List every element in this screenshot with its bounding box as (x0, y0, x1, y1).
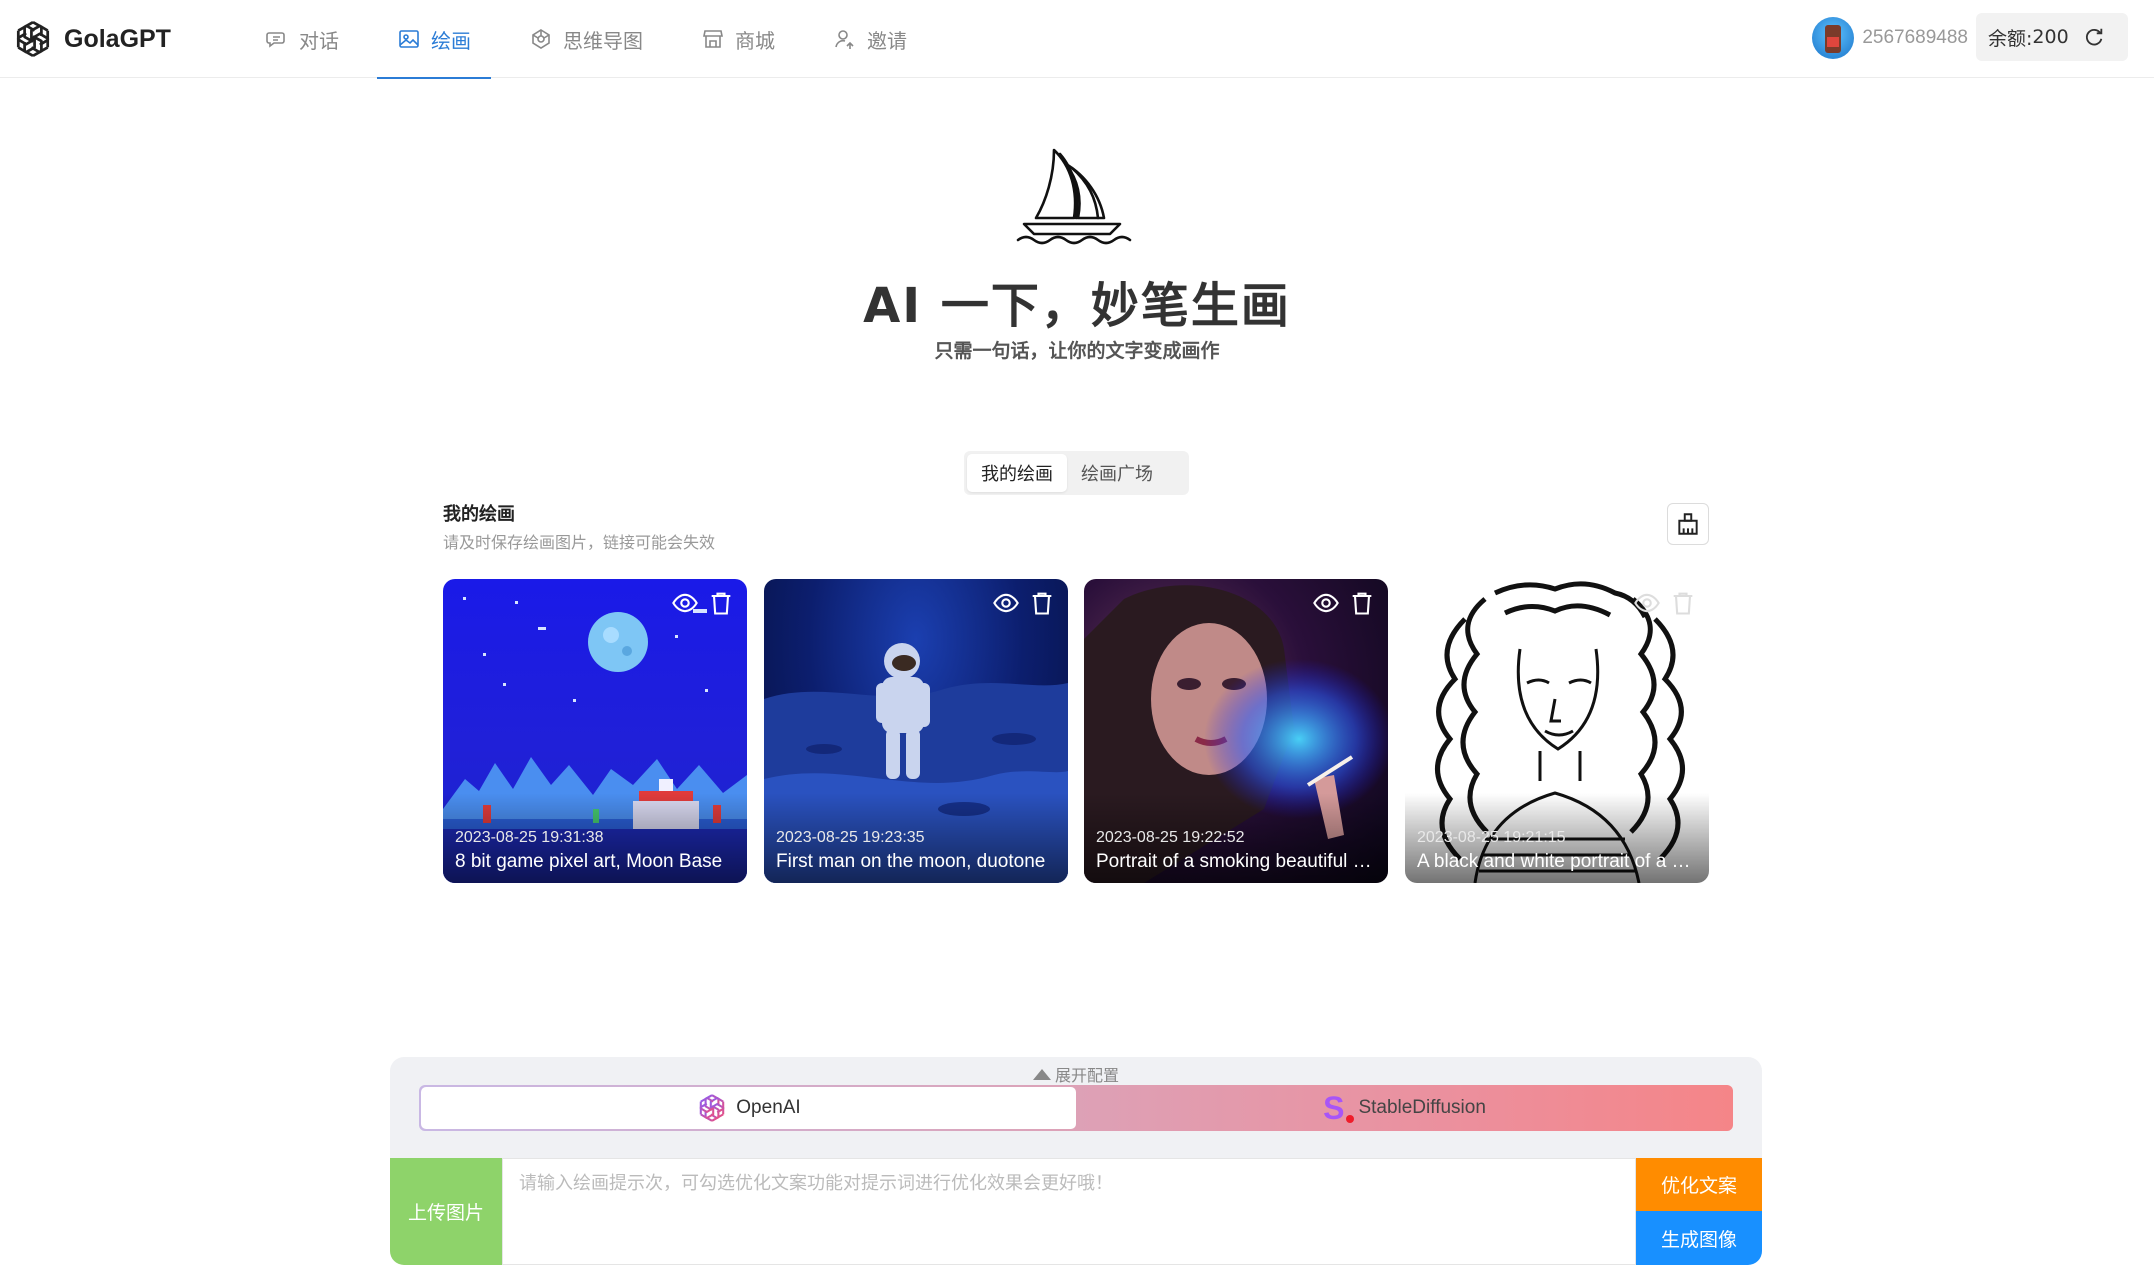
top-bar: GolaGPT 对话 绘画 思维导图 商城 邀请 2567689488 余额: … (0, 0, 2154, 79)
expand-config-toggle[interactable]: 展开配置 (390, 1062, 1762, 1086)
invite-icon (835, 30, 854, 49)
nav-label: 对话 (299, 28, 339, 53)
user-id: 2567689488 (1862, 27, 1968, 48)
trash-icon[interactable] (707, 589, 735, 617)
image-icon (399, 30, 419, 48)
sailboat-logo-icon (1016, 148, 1132, 245)
eye-icon[interactable] (671, 589, 699, 617)
expand-label: 展开配置 (1054, 1066, 1119, 1085)
generate-image-button[interactable]: 生成图像 (1636, 1211, 1762, 1265)
nav-label: 商城 (735, 28, 775, 53)
clean-button[interactable] (1667, 503, 1709, 545)
card-caption: Portrait of a smoking beautiful woman (1096, 851, 1376, 872)
chat-icon (266, 32, 285, 48)
main-nav: 对话 绘画 思维导图 商城 邀请 (245, 0, 945, 79)
prompt-input[interactable] (502, 1158, 1636, 1265)
mindmap-icon (532, 29, 550, 49)
drawing-card[interactable]: 2023-08-25 19:21:15 A black and white po… (1405, 579, 1709, 883)
nav-label: 思维导图 (563, 28, 643, 53)
card-caption: 8 bit game pixel art, Moon Base (455, 851, 723, 872)
openai-logo-icon (700, 1094, 725, 1122)
trash-icon[interactable] (1669, 589, 1697, 617)
nav-item-store[interactable]: 商城 (681, 0, 795, 78)
card-caption: First man on the moon, duotone (776, 851, 1046, 872)
section-subtitle: 请及时保存绘画图片，链接可能会失效 (443, 533, 716, 552)
avatar[interactable] (1812, 17, 1855, 59)
model-option-openai[interactable]: OpenAI (421, 1087, 1076, 1129)
caret-up-icon (1032, 1069, 1051, 1080)
card-actions (1304, 589, 1376, 617)
optimize-text-button[interactable]: 优化文案 (1636, 1158, 1762, 1211)
eye-icon[interactable] (1312, 589, 1340, 617)
drawing-tabs: 我的绘画 绘画广场 (964, 451, 1189, 495)
hero-subtitle: 只需一句话，让你的文字变成画作 (934, 340, 1220, 362)
store-icon (703, 30, 723, 48)
card-actions (1625, 589, 1697, 617)
eye-icon[interactable] (992, 589, 1020, 617)
nav-item-invite[interactable]: 邀请 (813, 0, 927, 78)
nav-label: 邀请 (867, 28, 907, 53)
refresh-icon[interactable] (2083, 26, 2105, 48)
drawing-card[interactable]: 2023-08-25 19:23:35 First man on the moo… (764, 579, 1068, 883)
trash-icon[interactable] (1348, 589, 1376, 617)
balance-value: 200 (2032, 26, 2069, 48)
card-date: 2023-08-25 19:21:15 (1417, 829, 1566, 846)
app-logo[interactable]: GolaGPT (12, 17, 171, 61)
nav-item-mindmap[interactable]: 思维导图 (509, 0, 663, 78)
nav-label: 绘画 (431, 28, 471, 53)
app-name: GolaGPT (64, 24, 171, 53)
section-title: 我的绘画 (443, 504, 515, 525)
card-actions (663, 589, 735, 617)
card-caption: A black and white portrait of a woman (1417, 851, 1697, 872)
model-option-stablediffusion[interactable]: S StableDiffusion (1076, 1085, 1733, 1131)
card-date: 2023-08-25 19:23:35 (776, 829, 925, 846)
stablediffusion-logo-icon: S (1323, 1089, 1355, 1126)
nav-item-draw[interactable]: 绘画 (377, 0, 491, 79)
eye-icon[interactable] (1633, 589, 1661, 617)
draw-panel: 展开配置 OpenAI S StableDiffusion 上传图片 请输入绘画… (390, 1057, 1762, 1265)
balance-label: 余额: (1988, 27, 2033, 50)
model-selector: OpenAI S StableDiffusion (419, 1085, 1733, 1131)
user-info[interactable]: 2567689488 (1812, 16, 1968, 60)
model-label: StableDiffusion (1358, 1097, 1486, 1118)
hero-title: AI 一下，妙笔生画 (863, 278, 1291, 334)
tab-my-drawings[interactable]: 我的绘画 (967, 454, 1067, 492)
card-date: 2023-08-25 19:31:38 (455, 829, 604, 846)
openai-logo-icon (16, 21, 50, 57)
model-label: OpenAI (736, 1097, 801, 1118)
tab-drawing-square[interactable]: 绘画广场 (1067, 454, 1167, 492)
nav-item-chat[interactable]: 对话 (245, 0, 359, 78)
drawing-card[interactable]: 2023-08-25 19:31:38 8 bit game pixel art… (443, 579, 747, 883)
card-actions (984, 589, 1056, 617)
upload-image-button[interactable]: 上传图片 (390, 1158, 502, 1265)
trash-icon[interactable] (1028, 589, 1056, 617)
balance-box: 余额: 200 (1976, 13, 2128, 61)
broom-icon (1678, 513, 1698, 535)
drawing-gallery: 2023-08-25 19:31:38 8 bit game pixel art… (443, 579, 1709, 883)
drawing-card[interactable]: 2023-08-25 19:22:52 Portrait of a smokin… (1084, 579, 1388, 883)
card-date: 2023-08-25 19:22:52 (1096, 829, 1245, 846)
